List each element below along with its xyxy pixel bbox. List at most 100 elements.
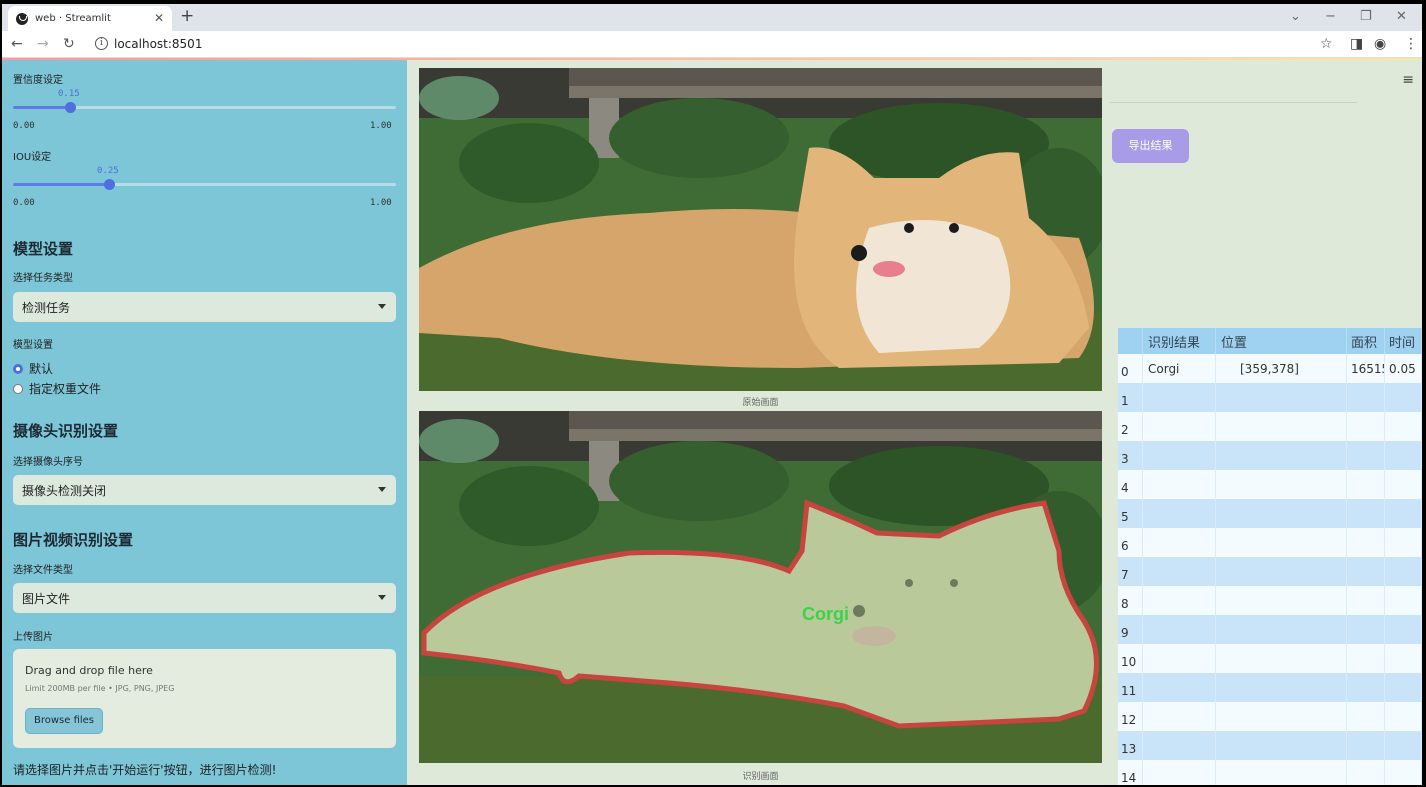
hamburger-menu-icon[interactable]: ≡	[1402, 72, 1414, 88]
header-index	[1118, 328, 1143, 354]
browse-files-button[interactable]: Browse files	[25, 708, 103, 734]
row-result	[1143, 731, 1216, 760]
table-row[interactable]: 0Corgi[359,378]1651510.05	[1118, 354, 1422, 383]
results-table: 识别结果 位置 面积 时间 0Corgi[359,378]1651510.051…	[1118, 328, 1422, 785]
row-result	[1143, 644, 1216, 673]
row-index: 8	[1118, 586, 1143, 615]
table-row[interactable]: 2	[1118, 412, 1422, 441]
row-index: 5	[1118, 499, 1143, 528]
table-row[interactable]: 6	[1118, 528, 1422, 557]
bookmark-star-icon[interactable]: ☆	[1320, 36, 1333, 52]
camera-index-select[interactable]: 摄像头检测关闭	[13, 475, 396, 505]
table-row[interactable]: 9	[1118, 615, 1422, 644]
table-row[interactable]: 4	[1118, 470, 1422, 499]
table-row[interactable]: 3	[1118, 441, 1422, 470]
confidence-slider[interactable]	[13, 102, 396, 113]
iou-min: 0.00	[13, 198, 35, 208]
url-input[interactable]: localhost:8501	[114, 37, 202, 51]
iou-slider[interactable]	[13, 179, 396, 190]
confidence-slider-thumb[interactable]	[65, 102, 76, 113]
table-row[interactable]: 12	[1118, 702, 1422, 731]
radio-custom-weights[interactable]: 指定权重文件	[13, 380, 101, 397]
table-row[interactable]: 13	[1118, 731, 1422, 760]
table-row[interactable]: 14	[1118, 760, 1422, 785]
header-area[interactable]: 面积	[1347, 328, 1385, 354]
radio-default[interactable]: 默认	[13, 360, 53, 377]
radio-custom-weights-dot[interactable]	[13, 383, 23, 394]
reload-icon[interactable]: ↻	[63, 36, 75, 52]
site-info-icon[interactable]: i	[95, 37, 108, 50]
model-label: 模型设置	[13, 340, 53, 351]
row-index: 3	[1118, 441, 1143, 470]
side-panel-icon[interactable]: ◨	[1350, 36, 1363, 52]
row-index: 13	[1118, 731, 1143, 760]
back-icon[interactable]: ←	[11, 36, 23, 52]
row-index: 9	[1118, 615, 1143, 644]
row-result	[1143, 586, 1216, 615]
task-type-value: 检测任务	[22, 301, 71, 315]
browser-tab[interactable]: web · Streamlit ✕	[8, 6, 172, 31]
new-tab-icon[interactable]: +	[180, 6, 194, 26]
close-window-icon[interactable]: ✕	[1396, 9, 1407, 24]
header-result[interactable]: 识别结果	[1143, 328, 1216, 354]
confidence-value: 0.15	[58, 89, 80, 99]
chevron-down-icon	[378, 487, 386, 492]
dropzone-limit: Limit 200MB per file • JPG, PNG, JPEG	[25, 684, 175, 693]
result-image: Corgi	[419, 411, 1102, 763]
tab-search-icon[interactable]: ⌄	[1290, 9, 1301, 24]
header-position[interactable]: 位置	[1216, 328, 1347, 354]
sidebar: 置信度设定 0.15 0.00 1.00 IOU设定 0.25 0.00 1.0…	[2, 60, 407, 785]
restore-icon[interactable]: ❐	[1360, 9, 1372, 24]
table-row[interactable]: 7	[1118, 557, 1422, 586]
row-time	[1385, 615, 1422, 644]
task-type-label: 选择任务类型	[13, 273, 73, 284]
media-settings-header: 图片视频识别设置	[13, 531, 134, 549]
row-result	[1143, 557, 1216, 586]
table-row[interactable]: 1	[1118, 383, 1422, 412]
row-position	[1216, 528, 1347, 557]
radio-custom-weights-label: 指定权重文件	[29, 382, 102, 396]
file-type-select[interactable]: 图片文件	[13, 583, 396, 613]
radio-default-dot[interactable]	[13, 363, 23, 374]
table-row[interactable]: 11	[1118, 673, 1422, 702]
row-position: [359,378]	[1216, 354, 1347, 383]
row-index: 1	[1118, 383, 1143, 412]
row-area	[1347, 644, 1385, 673]
minimize-icon[interactable]: −	[1325, 9, 1336, 24]
table-row[interactable]: 8	[1118, 586, 1422, 615]
result-caption: 识别画面	[742, 772, 779, 782]
file-dropzone[interactable]: Drag and drop file here Limit 200MB per …	[13, 649, 396, 748]
export-results-button[interactable]: 导出结果	[1112, 129, 1189, 163]
row-result	[1143, 499, 1216, 528]
row-result	[1143, 470, 1216, 499]
chevron-down-icon	[378, 595, 386, 600]
row-result	[1143, 383, 1216, 412]
forward-icon[interactable]: →	[37, 36, 49, 52]
row-area	[1347, 586, 1385, 615]
row-position	[1216, 731, 1347, 760]
row-time	[1385, 470, 1422, 499]
browser-window: web · Streamlit ✕ + ⌄ − ❐ ✕ ← → ↻ i loca…	[2, 4, 1422, 785]
confidence-min: 0.00	[13, 121, 35, 131]
profile-avatar-icon[interactable]: ◉	[1374, 36, 1386, 52]
row-index: 10	[1118, 644, 1143, 673]
header-time[interactable]: 时间	[1385, 328, 1422, 354]
row-result	[1143, 673, 1216, 702]
model-settings-header: 模型设置	[13, 240, 74, 258]
row-time	[1385, 383, 1422, 412]
radio-default-label: 默认	[29, 362, 54, 376]
row-index: 2	[1118, 412, 1143, 441]
table-row[interactable]: 10	[1118, 644, 1422, 673]
tab-close-icon[interactable]: ✕	[154, 11, 164, 25]
browser-menu-icon[interactable]: ⋮	[1404, 36, 1418, 52]
row-area	[1347, 615, 1385, 644]
row-position	[1216, 470, 1347, 499]
divider	[1110, 102, 1357, 103]
iou-slider-thumb[interactable]	[104, 179, 115, 190]
main-area: 原始画面 Corgi 识别画面 ≡ 导出结果 识别结果 位置 面积 时间 0 C…	[407, 60, 1422, 785]
row-area	[1347, 528, 1385, 557]
task-type-select[interactable]: 检测任务	[13, 292, 396, 322]
table-header: 识别结果 位置 面积 时间	[1118, 328, 1422, 354]
row-position	[1216, 615, 1347, 644]
table-row[interactable]: 5	[1118, 499, 1422, 528]
